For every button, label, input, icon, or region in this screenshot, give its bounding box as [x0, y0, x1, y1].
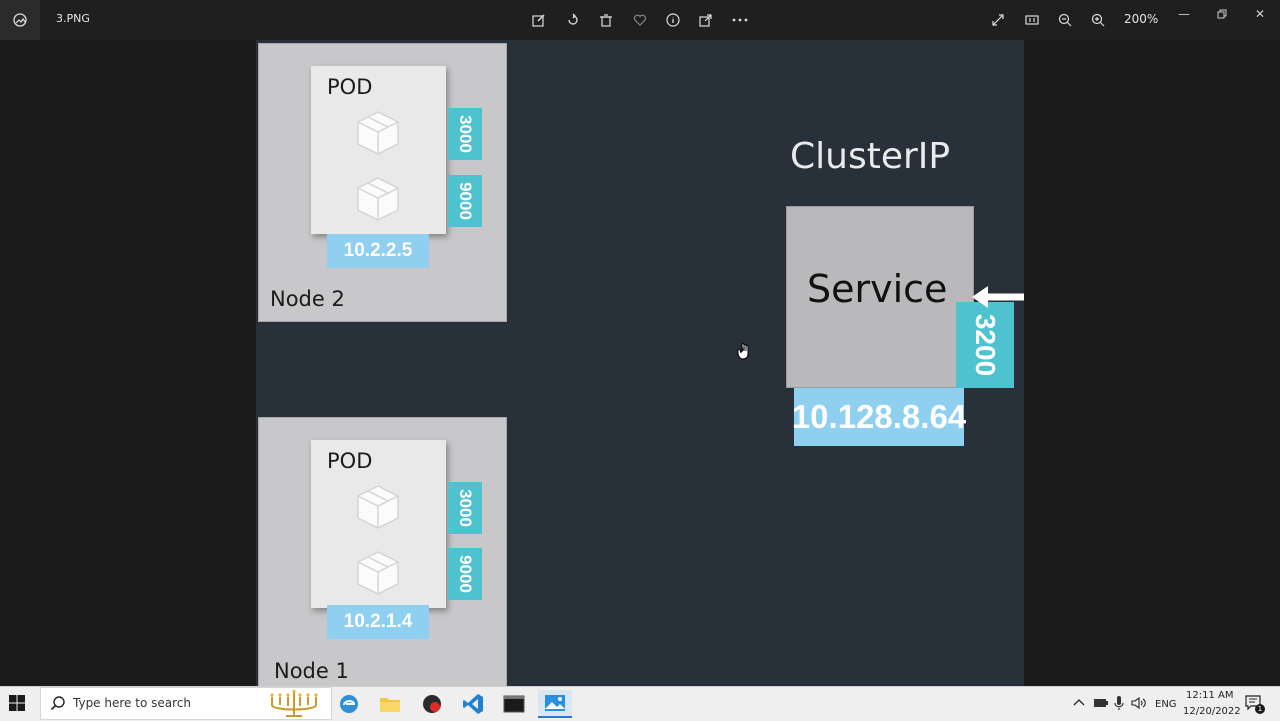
- restore-button[interactable]: [1209, 4, 1235, 24]
- container-icon: [357, 177, 399, 221]
- battery-icon[interactable]: [1093, 697, 1109, 709]
- share-icon[interactable]: [694, 8, 718, 32]
- menorah-icon[interactable]: [268, 689, 320, 719]
- pod-ip-label: 10.2.1.4: [327, 605, 429, 639]
- language-indicator[interactable]: ENG: [1155, 699, 1177, 710]
- container-port: 9000: [448, 175, 482, 227]
- service-box: Service: [786, 206, 974, 388]
- vscode-icon[interactable]: [456, 690, 490, 718]
- search-placeholder[interactable]: Type here to search: [73, 696, 191, 710]
- diagram-title: ClusterIP: [790, 136, 951, 177]
- photos-taskbar-icon[interactable]: [538, 690, 572, 718]
- node-label: Node 1: [274, 659, 349, 683]
- container-port: 3000: [448, 482, 482, 534]
- pod-box: POD: [311, 66, 446, 234]
- service-ip-label: 10.128.8.64: [792, 388, 966, 446]
- incoming-arrow-icon: [972, 286, 1024, 308]
- hand-cursor-icon: [737, 343, 749, 360]
- service-label: Service: [807, 267, 948, 311]
- info-icon[interactable]: [661, 8, 685, 32]
- clock-date[interactable]: 12/20/2022: [1183, 706, 1241, 717]
- pod-label: POD: [327, 75, 373, 99]
- close-button[interactable]: ✕: [1247, 4, 1273, 24]
- pod-ip-label: 10.2.2.5: [327, 234, 429, 268]
- image-canvas: POD 3000 9000 10.2.2.5 Node 2 POD 3000 9…: [256, 40, 1024, 686]
- more-icon[interactable]: [728, 8, 752, 32]
- screen-recorder-icon[interactable]: [415, 690, 449, 718]
- file-name: 3.PNG: [56, 12, 90, 25]
- clock-time[interactable]: 12:11 AM: [1186, 690, 1233, 701]
- node-2-box: POD 3000 9000 10.2.2.5 Node 2: [258, 43, 507, 322]
- volume-icon[interactable]: [1131, 697, 1147, 709]
- container-icon: [357, 551, 399, 595]
- rotate-icon[interactable]: [561, 8, 585, 32]
- file-explorer-icon[interactable]: [373, 690, 407, 718]
- zoom-out-icon[interactable]: [1053, 8, 1077, 32]
- delete-icon[interactable]: [594, 8, 618, 32]
- container-icon: [357, 111, 399, 155]
- photos-app-icon[interactable]: [0, 0, 40, 40]
- pod-box: POD: [311, 440, 446, 608]
- actual-size-icon[interactable]: [1020, 8, 1044, 32]
- node-label: Node 2: [270, 287, 345, 311]
- pod-label: POD: [327, 449, 373, 473]
- notification-badge: 1: [1255, 704, 1265, 714]
- minimize-button[interactable]: —: [1171, 4, 1197, 24]
- terminal-icon[interactable]: [497, 690, 531, 718]
- windows-start-icon[interactable]: [8, 694, 32, 714]
- container-port: 9000: [448, 548, 482, 600]
- service-port: 3200: [956, 302, 1014, 388]
- microphone-icon[interactable]: [1114, 695, 1124, 711]
- search-icon: [50, 696, 65, 711]
- chevron-up-icon[interactable]: [1073, 697, 1085, 707]
- node-1-box: POD 3000 9000 10.2.1.4 Node 1: [258, 417, 507, 686]
- zoom-level[interactable]: 200%: [1124, 12, 1158, 26]
- container-icon: [357, 485, 399, 529]
- edge-browser-icon[interactable]: [332, 690, 366, 718]
- zoom-in-icon[interactable]: [1086, 8, 1110, 32]
- fullscreen-icon[interactable]: [986, 8, 1010, 32]
- favorite-icon[interactable]: [628, 8, 652, 32]
- edit-image-icon[interactable]: [527, 8, 551, 32]
- container-port: 3000: [448, 108, 482, 160]
